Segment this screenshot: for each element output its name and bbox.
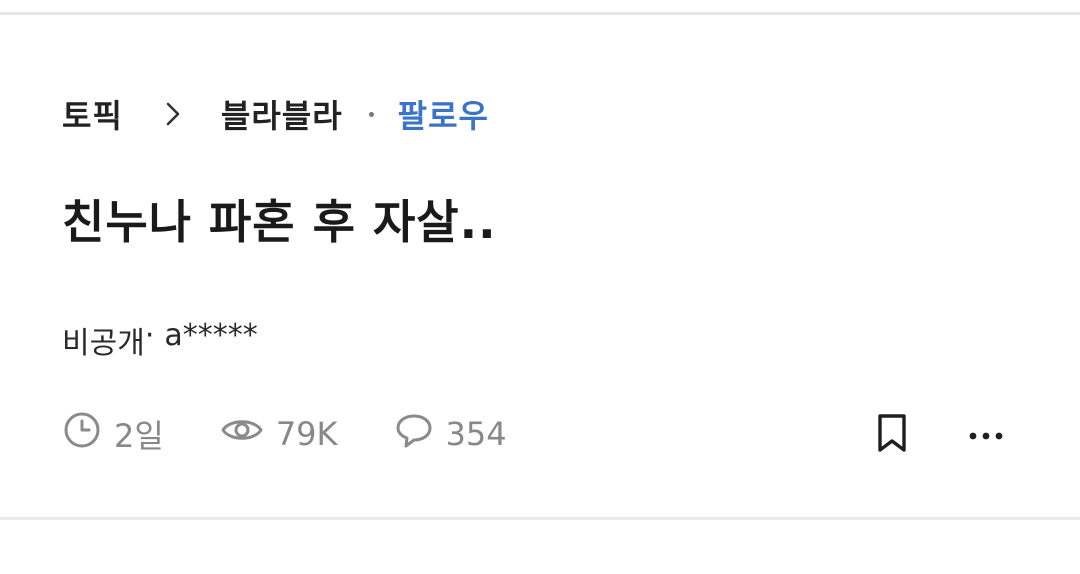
more-icon (968, 426, 1004, 445)
separator-dot (368, 111, 374, 117)
views-value: 79K (275, 415, 338, 453)
author-name[interactable]: a***** (164, 318, 257, 362)
comments-stat[interactable]: 354 (394, 410, 507, 458)
bookmark-button[interactable] (872, 414, 912, 456)
time-value: 2일 (114, 417, 164, 455)
eye-icon (220, 410, 276, 458)
author-separator: · (144, 318, 155, 353)
author-company: 비공개 (62, 326, 145, 361)
follow-button[interactable]: 팔로우 (398, 91, 489, 137)
top-divider (0, 12, 1080, 15)
author-info: 비공개 · a***** (62, 318, 258, 362)
comment-icon (394, 410, 446, 458)
breadcrumb: 토픽 블라블라 팔로우 (62, 92, 489, 136)
bookmark-icon (875, 413, 909, 457)
post-meta-bar: 2일 79K 354 (62, 410, 1018, 458)
breadcrumb-board[interactable]: 블라블라 (221, 91, 343, 137)
breadcrumb-topic[interactable]: 토픽 (62, 91, 123, 137)
views-stat: 79K (220, 410, 338, 458)
chevron-right-icon (159, 100, 187, 128)
more-options-button[interactable] (966, 414, 1006, 456)
clock-icon (62, 410, 114, 458)
bottom-divider (0, 517, 1080, 520)
comments-value: 354 (445, 415, 507, 453)
post-title: 친누나 파혼 후 자살.. (62, 195, 497, 249)
time-stat: 2일 (62, 410, 164, 458)
